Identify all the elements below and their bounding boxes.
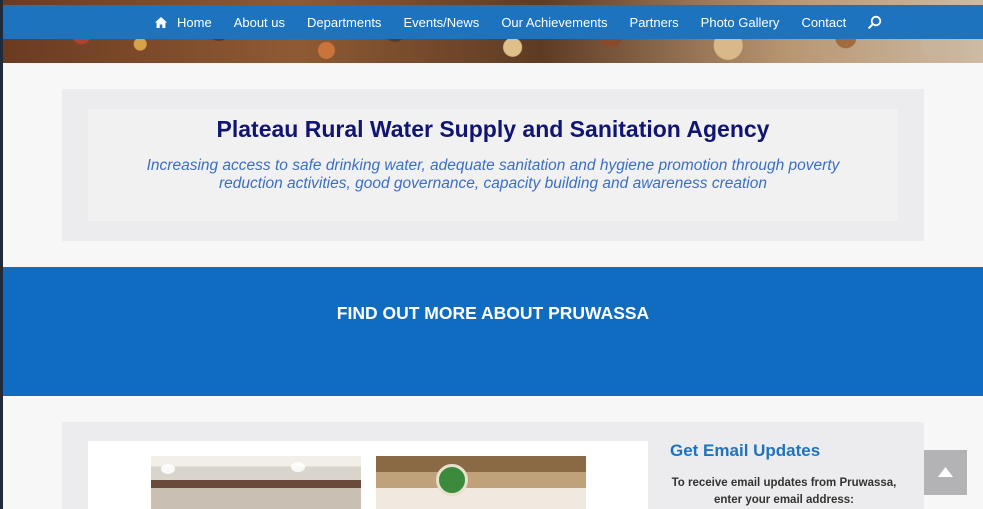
- nav-item-contact[interactable]: Contact: [790, 5, 857, 39]
- nav-menu: Home About us Departments Events/News Ou…: [144, 5, 857, 39]
- email-updates-title: Get Email Updates: [670, 441, 821, 460]
- left-edge: [0, 0, 3, 509]
- main-navigation: Home About us Departments Events/News Ou…: [3, 5, 983, 39]
- nav-item-partners[interactable]: Partners: [619, 5, 690, 39]
- nav-item-photo-gallery[interactable]: Photo Gallery: [690, 5, 791, 39]
- gallery-photo[interactable]: [376, 456, 586, 509]
- chandelier-detail: [161, 464, 175, 474]
- gallery-photo[interactable]: [151, 456, 361, 509]
- photo-gallery-panel: [88, 441, 648, 509]
- content-section: Get Email Updates To receive email updat…: [62, 422, 924, 509]
- site-title: Plateau Rural Water Supply and Sanitatio…: [216, 116, 770, 142]
- find-out-more-link[interactable]: FIND OUT MORE ABOUT PRUWASSA: [3, 303, 983, 324]
- home-icon: [155, 16, 167, 28]
- nav-item-departments[interactable]: Departments: [296, 5, 392, 39]
- site-tagline: Increasing access to safe drinking water…: [146, 157, 840, 192]
- search-icon[interactable]: [868, 15, 882, 29]
- intro-card: Plateau Rural Water Supply and Sanitatio…: [62, 89, 924, 241]
- back-to-top-button[interactable]: [924, 450, 967, 495]
- nav-item-label: Home: [177, 14, 212, 30]
- nav-item-events-news[interactable]: Events/News: [392, 5, 490, 39]
- nav-item-about-us[interactable]: About us: [223, 5, 296, 39]
- nav-item-our-achievements[interactable]: Our Achievements: [490, 5, 618, 39]
- nav-item-label: Events/News: [403, 14, 480, 30]
- chevron-up-icon: [938, 467, 953, 477]
- coat-of-arms-detail: [436, 464, 468, 496]
- nav-item-home[interactable]: Home: [144, 5, 223, 39]
- chandelier-detail: [291, 462, 305, 472]
- nav-item-label: Contact: [801, 14, 847, 30]
- nav-item-label: Partners: [629, 14, 679, 30]
- nav-item-label: About us: [233, 14, 286, 30]
- nav-item-label: Our Achievements: [501, 14, 608, 30]
- email-updates-description: To receive email updates from Pruwassa, …: [671, 477, 897, 506]
- nav-item-label: Departments: [307, 14, 382, 30]
- nav-item-label: Photo Gallery: [700, 14, 780, 30]
- cta-band: FIND OUT MORE ABOUT PRUWASSA: [3, 267, 983, 396]
